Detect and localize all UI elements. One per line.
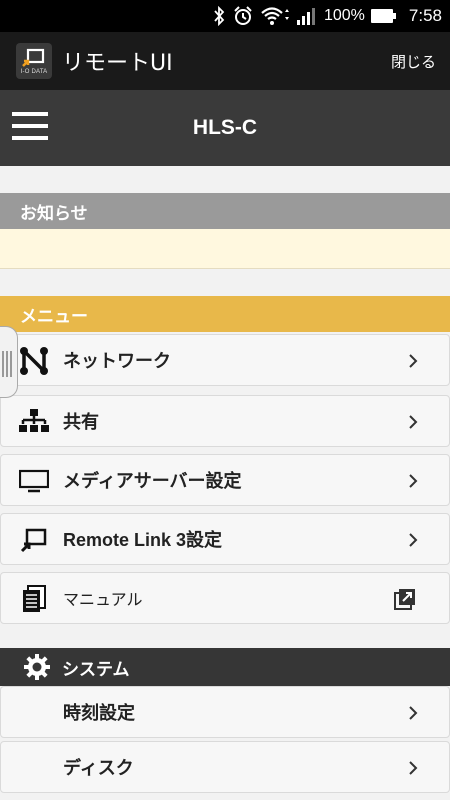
chevron-right-icon — [409, 415, 418, 429]
notice-header: お知らせ — [0, 193, 450, 229]
clock: 7:58 — [408, 6, 442, 25]
alarm-icon — [232, 5, 254, 27]
status-bar: 100% 7:58 — [0, 0, 450, 32]
battery-icon — [370, 8, 397, 24]
manual-icon — [19, 585, 49, 613]
menu-item-label: メディアサーバー設定 — [63, 471, 242, 492]
menu-item-remote-link[interactable]: Remote Link 3設定 — [0, 513, 450, 565]
menu-item-label: Remote Link 3設定 — [63, 530, 223, 550]
app-bar: I-O DATA リモートUI 閉じる — [0, 32, 450, 90]
menu-item-network[interactable]: ネットワーク — [0, 334, 450, 386]
chevron-right-icon — [409, 533, 418, 547]
notice-body — [0, 229, 450, 269]
bluetooth-icon — [212, 6, 226, 26]
system-header: システム — [0, 648, 450, 686]
chevron-right-icon — [409, 706, 418, 720]
chevron-right-icon — [409, 761, 418, 775]
battery-percent: 100% — [323, 7, 365, 24]
wifi-icon — [260, 6, 290, 26]
menu-item-share[interactable]: 共有 — [0, 395, 450, 447]
system-item-time[interactable]: 時刻設定 — [0, 686, 450, 738]
remote-link-logo-icon — [22, 48, 45, 67]
app-logo: I-O DATA — [16, 43, 52, 79]
menu-item-label: マニュアル — [63, 590, 143, 609]
network-icon — [19, 347, 49, 375]
device-title: HLS-C — [192, 116, 258, 139]
signal-icon — [296, 6, 318, 26]
menu-item-label: 共有 — [63, 412, 99, 433]
menu-item-media-server[interactable]: メディアサーバー設定 — [0, 454, 450, 506]
gear-icon — [24, 654, 50, 680]
chevron-right-icon — [409, 474, 418, 488]
system-header-label: システム — [62, 659, 130, 680]
menu-header: メニュー — [0, 296, 450, 332]
app-title: リモートUI — [62, 51, 173, 76]
system-item-label: 時刻設定 — [63, 703, 135, 724]
nav-bar: HLS-C — [0, 90, 450, 166]
menu-item-label: ネットワーク — [63, 351, 171, 372]
close-button[interactable]: 閉じる — [391, 32, 436, 90]
chevron-right-icon — [409, 354, 418, 368]
monitor-icon — [19, 467, 49, 495]
menu-item-manual[interactable]: マニュアル — [0, 572, 450, 624]
system-item-label: ディスク — [63, 758, 134, 779]
logo-text: I-O DATA — [20, 68, 48, 75]
remote-link-icon — [19, 526, 49, 554]
share-tree-icon — [19, 408, 49, 436]
external-link-icon — [394, 589, 415, 610]
drawer-handle[interactable] — [0, 326, 18, 398]
system-item-disk[interactable]: ディスク — [0, 741, 450, 793]
